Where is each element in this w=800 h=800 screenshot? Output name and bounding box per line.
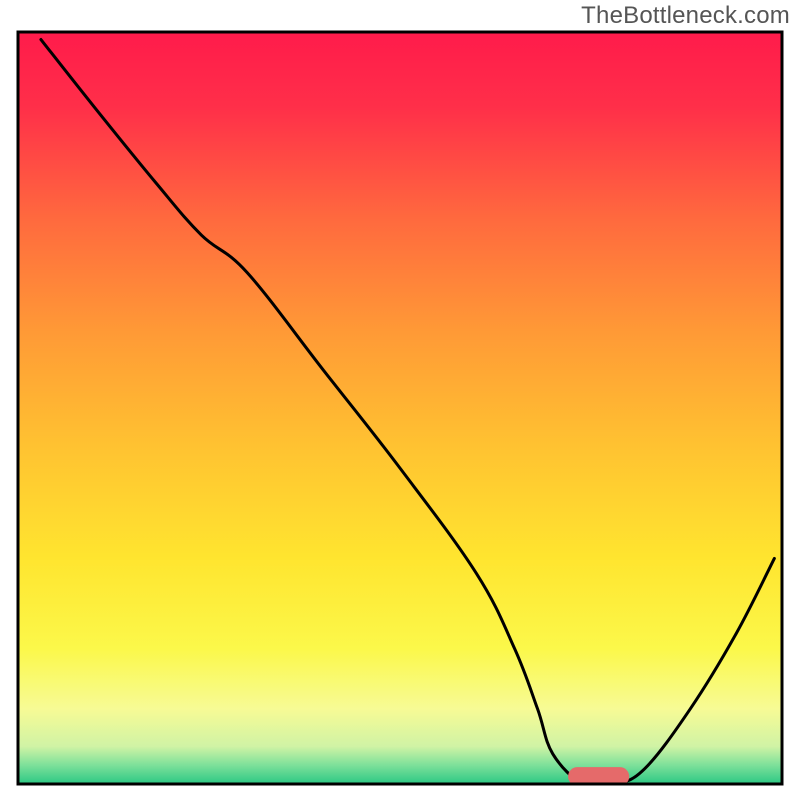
bottleneck-chart <box>0 0 800 800</box>
plot-area <box>18 32 782 787</box>
gradient-background <box>18 32 782 784</box>
chart-container: TheBottleneck.com <box>0 0 800 800</box>
